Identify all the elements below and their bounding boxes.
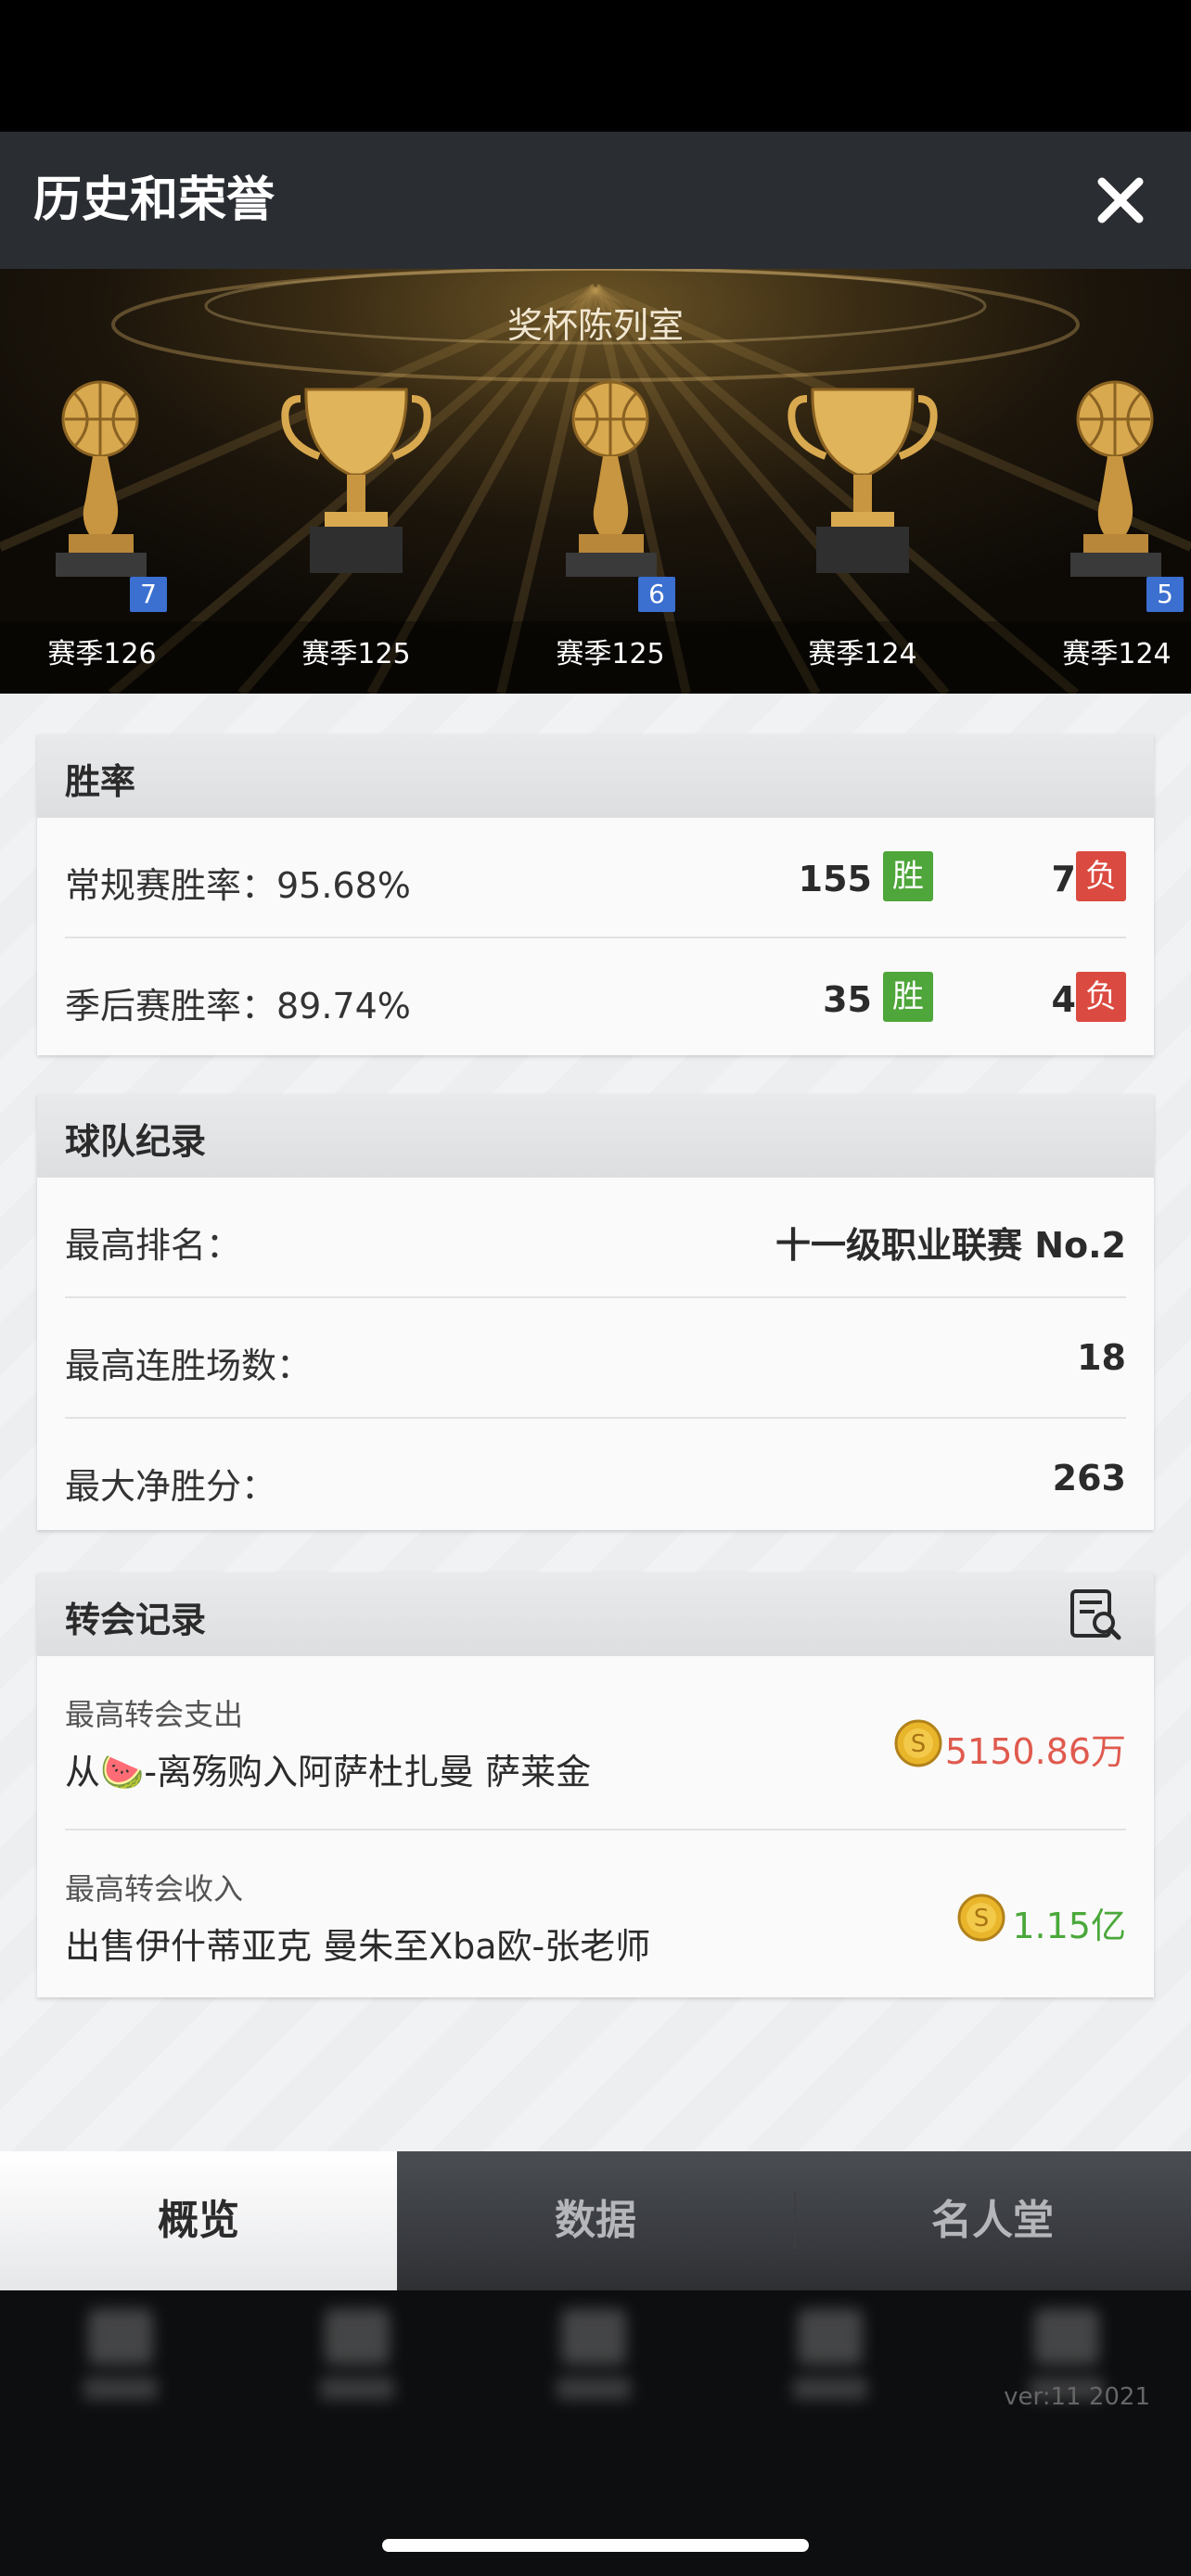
home-indicator[interactable] — [382, 2539, 809, 2552]
card-header: 球队纪录 — [37, 1094, 1154, 1178]
row-value: 263 — [1052, 1458, 1126, 1498]
trophy-count-badge: 7 — [130, 577, 167, 612]
bottom-nav-blurred: ver:11 2021 — [0, 2290, 1191, 2576]
win-rate-row: 常规赛胜率：95.68% 155 胜 7 负 — [37, 818, 1154, 938]
blurred-nav-item — [74, 2309, 167, 2411]
transfer-detail: 出售伊什蒂亚克 曼朱至Xba欧-张老师 — [65, 1926, 651, 1967]
close-button[interactable] — [1087, 167, 1154, 234]
tab-hall-of-fame[interactable]: 名人堂 — [794, 2151, 1191, 2290]
trophy-count-badge: 6 — [638, 577, 675, 612]
content-area: 胜率 常规赛胜率：95.68% 155 胜 7 负 季后赛胜率：89.74% 3… — [0, 694, 1191, 2151]
banner-title: 奖杯陈列室 — [506, 305, 684, 346]
transfer-amount: 1.15亿 — [1012, 1906, 1126, 1946]
wins-count: 35 — [823, 979, 872, 1020]
row-label: 最大净胜分： — [65, 1466, 277, 1507]
version-text: ver:11 2021 — [1004, 2383, 1150, 2411]
basketball-trophy-icon — [56, 380, 147, 577]
tab-bar: 概览 数据 名人堂 — [0, 2151, 1191, 2290]
transfer-row: 最高转会收入 出售伊什蒂亚克 曼朱至Xba欧-张老师 S 1.15亿 — [37, 1830, 1154, 2005]
row-label: 季后赛胜率：89.74% — [65, 986, 411, 1027]
loss-badge: 负 — [1076, 851, 1126, 901]
page-title: 历史和荣誉 — [33, 172, 275, 228]
trophy-label: 赛季124 — [1062, 638, 1172, 670]
trophy-label: 赛季125 — [301, 638, 411, 670]
coin-icon: S — [894, 1719, 942, 1767]
blurred-nav-item — [311, 2309, 403, 2411]
blurred-nav-item — [547, 2309, 640, 2411]
trophy-ball[interactable] — [1043, 371, 1191, 584]
win-rate-row: 季后赛胜率：89.74% 35 胜 4 负 — [37, 938, 1154, 1059]
card-header: 转会记录 — [37, 1573, 1154, 1656]
cup-trophy-icon — [281, 388, 431, 573]
tab-data[interactable]: 数据 — [397, 2151, 794, 2290]
row-label: 最高连胜场数： — [65, 1345, 313, 1386]
trophy-label: 赛季126 — [47, 638, 157, 670]
record-row: 最大净胜分： 263 — [37, 1419, 1154, 1539]
card-header: 胜率 — [37, 734, 1154, 818]
close-icon — [1097, 177, 1144, 223]
transfer-type-label: 最高转会收入 — [65, 1871, 244, 1906]
row-value: 18 — [1077, 1337, 1126, 1378]
losses-count: 4 — [1051, 979, 1076, 1020]
transfer-row: 最高转会支出 从🍉-离殇购入阿萨杜扎曼 萨莱金 S 5150.86万 — [37, 1656, 1154, 1830]
row-value: 十一级职业联赛 No.2 — [775, 1225, 1126, 1266]
trophy-label: 赛季125 — [556, 638, 665, 670]
team-record-card: 球队纪录 最高排名： 十一级职业联赛 No.2 最高连胜场数： 18 最大净胜分… — [37, 1094, 1154, 1530]
trophy-ball[interactable] — [538, 371, 705, 584]
search-document-icon[interactable] — [1067, 1586, 1124, 1643]
win-rate-card: 胜率 常规赛胜率：95.68% 155 胜 7 负 季后赛胜率：89.74% 3… — [37, 734, 1154, 1055]
trophy-cup[interactable] — [273, 371, 440, 584]
basketball-trophy-icon — [566, 380, 657, 577]
trophy-room-banner: 奖杯陈列室 7 赛季126 赛季125 6 赛季125 赛季124 5 赛季12… — [0, 269, 1191, 694]
transfer-type-label: 最高转会支出 — [65, 1697, 244, 1732]
loss-badge: 负 — [1076, 972, 1126, 1022]
wins-count: 155 — [798, 859, 872, 899]
card-title: 转会记录 — [65, 1600, 207, 1640]
status-bar-area — [0, 0, 1191, 132]
transfer-amount: 5150.86万 — [944, 1731, 1126, 1772]
win-badge: 胜 — [883, 972, 933, 1022]
transfer-detail: 从🍉-离殇购入阿萨杜扎曼 萨莱金 — [65, 1752, 592, 1792]
trophy-count-badge: 5 — [1146, 577, 1184, 612]
basketball-trophy-icon — [1070, 380, 1161, 577]
card-title: 胜率 — [65, 761, 136, 802]
win-badge: 胜 — [883, 851, 933, 901]
tab-overview[interactable]: 概览 — [0, 2151, 397, 2290]
svg-text:S: S — [974, 1905, 990, 1932]
header-bar: 历史和荣誉 — [0, 132, 1191, 269]
trophy-ball[interactable] — [28, 371, 195, 584]
record-row: 最高排名： 十一级职业联赛 No.2 — [37, 1178, 1154, 1298]
record-row: 最高连胜场数： 18 — [37, 1298, 1154, 1419]
card-title: 球队纪录 — [65, 1121, 207, 1162]
transfer-record-card: 转会记录 最高转会支出 从🍉-离殇购入阿萨杜扎曼 萨莱金 S 5150.86万 … — [37, 1573, 1154, 1997]
svg-text:S: S — [911, 1730, 927, 1758]
losses-count: 7 — [1051, 859, 1076, 899]
cup-trophy-icon — [788, 388, 938, 573]
blurred-nav-item — [784, 2309, 877, 2411]
coin-icon: S — [957, 1894, 1005, 1942]
row-label: 常规赛胜率：95.68% — [65, 865, 411, 906]
trophy-cup[interactable] — [779, 371, 946, 584]
row-label: 最高排名： — [65, 1225, 242, 1266]
trophy-label: 赛季124 — [808, 638, 917, 670]
